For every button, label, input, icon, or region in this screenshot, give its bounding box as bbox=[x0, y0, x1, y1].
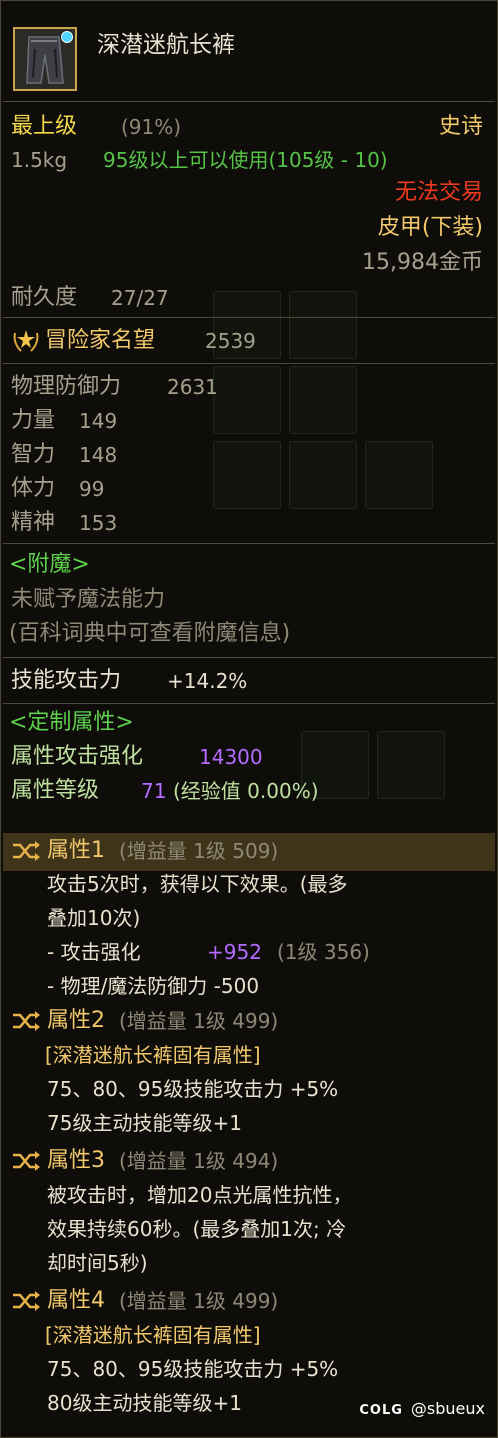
attribute-tag: [深潜迷航长裤固有属性] bbox=[45, 1323, 261, 1347]
skill-attack-value: +14.2% bbox=[167, 669, 248, 693]
shuffle-icon bbox=[11, 1290, 41, 1312]
bg-inventory-slot bbox=[289, 366, 357, 434]
bg-inventory-slot bbox=[377, 731, 445, 799]
attribute-desc: 80级主动技能等级+1 bbox=[47, 1391, 242, 1415]
item-tooltip: 深潜迷航长裤 最上级 (91%) 史诗 1.5kg 95级以上可以使用(105级… bbox=[0, 0, 498, 1438]
bg-inventory-slot bbox=[213, 441, 281, 509]
fame-value: 2539 bbox=[205, 329, 256, 353]
watermark: COLG @sbueux bbox=[359, 1399, 485, 1421]
attribute-header[interactable]: 属性1 bbox=[11, 837, 105, 865]
stat-value: 149 bbox=[79, 409, 118, 433]
watermark-user: @sbueux bbox=[410, 1399, 485, 1418]
attribute-name: 属性1 bbox=[47, 838, 105, 863]
shuffle-icon bbox=[11, 1150, 41, 1172]
item-icon bbox=[13, 27, 77, 91]
element-attack-value: 14300 bbox=[199, 745, 263, 769]
attribute-info: (增益量 1级 499) bbox=[119, 1009, 279, 1033]
attribute-level-label: 属性等级 bbox=[11, 778, 100, 803]
durability-value: 27/27 bbox=[111, 286, 169, 310]
divider bbox=[3, 657, 495, 658]
enchant-line: 未赋予魔法能力 bbox=[11, 587, 166, 612]
element-attack-label: 属性攻击强化 bbox=[11, 744, 144, 769]
fame-laurel-icon bbox=[11, 327, 41, 355]
attribute-info: (增益量 1级 509) bbox=[119, 839, 279, 863]
attribute-header[interactable]: 属性2 bbox=[11, 1007, 105, 1035]
divider bbox=[3, 101, 495, 102]
attribute-sub-value: +952 bbox=[207, 940, 262, 964]
attribute-sub: - 物理/魔法防御力 -500 bbox=[47, 974, 260, 998]
enchant-line: (百科词典中可查看附魔信息) bbox=[9, 621, 291, 646]
item-price: 15,984金币 bbox=[362, 250, 483, 275]
trade-status: 无法交易 bbox=[394, 180, 483, 205]
attribute-name: 属性3 bbox=[47, 1148, 105, 1173]
watermark-logo: COLG bbox=[359, 1403, 403, 1418]
attribute-level-value: 71 bbox=[141, 779, 167, 803]
stat-label: 精神 bbox=[11, 510, 56, 535]
socket-gem-icon bbox=[61, 31, 73, 43]
stat-label: 体力 bbox=[11, 476, 56, 501]
stat-value: 153 bbox=[79, 511, 118, 535]
level-requirement: 95级以上可以使用(105级 - 10) bbox=[103, 148, 388, 172]
item-rarity: 史诗 bbox=[438, 114, 483, 139]
attribute-header[interactable]: 属性3 bbox=[11, 1147, 105, 1175]
fame-label: 冒险家名望 bbox=[45, 328, 156, 353]
attribute-desc: 75级主动技能等级+1 bbox=[47, 1111, 242, 1135]
skill-attack-label: 技能攻击力 bbox=[11, 668, 122, 693]
attribute-info: (增益量 1级 499) bbox=[119, 1289, 279, 1313]
attribute-info: (增益量 1级 494) bbox=[119, 1149, 279, 1173]
attribute-sub-label: - 攻击强化 bbox=[47, 940, 141, 964]
divider bbox=[3, 543, 495, 544]
stat-value: 2631 bbox=[167, 375, 218, 399]
attribute-desc: 被攻击时，增加20点光属性抗性， bbox=[47, 1183, 353, 1207]
shuffle-icon bbox=[11, 1010, 41, 1032]
stat-label: 智力 bbox=[11, 442, 56, 467]
attribute-header[interactable]: 属性4 bbox=[11, 1287, 105, 1315]
attribute-name: 属性4 bbox=[47, 1288, 105, 1313]
attribute-sub-info: (1级 356) bbox=[277, 940, 370, 964]
item-name: 深潜迷航长裤 bbox=[97, 32, 235, 58]
item-grade: 最上级 bbox=[11, 114, 78, 139]
attribute-desc: 叠加10次) bbox=[47, 906, 141, 930]
item-weight: 1.5kg bbox=[11, 148, 68, 172]
stat-label: 物理防御力 bbox=[11, 374, 122, 399]
shuffle-icon bbox=[11, 840, 41, 862]
durability-label: 耐久度 bbox=[11, 285, 78, 310]
stat-label: 力量 bbox=[11, 408, 56, 433]
attribute-exp: (经验值 0.00%) bbox=[173, 779, 319, 803]
attribute-desc: 效果持续60秒。(最多叠加1次; 冷 bbox=[47, 1217, 347, 1241]
stat-value: 148 bbox=[79, 443, 118, 467]
attribute-desc: 攻击5次时，获得以下效果。(最多 bbox=[47, 872, 348, 896]
enchant-title: <附魔> bbox=[9, 552, 90, 577]
attribute-desc: 却时间5秒) bbox=[47, 1251, 148, 1275]
custom-title: <定制属性> bbox=[9, 710, 134, 735]
divider bbox=[3, 363, 495, 364]
item-type: 皮甲(下装) bbox=[377, 215, 483, 240]
bg-inventory-slot bbox=[289, 441, 357, 509]
attribute-name: 属性2 bbox=[47, 1008, 105, 1033]
attribute-desc: 75、80、95级技能攻击力 +5% bbox=[47, 1077, 339, 1101]
bg-inventory-slot bbox=[213, 366, 281, 434]
item-grade-percent: (91%) bbox=[121, 115, 182, 139]
bg-inventory-slot bbox=[289, 291, 357, 359]
attribute-tag: [深潜迷航长裤固有属性] bbox=[45, 1043, 261, 1067]
stat-value: 99 bbox=[79, 477, 105, 501]
bg-inventory-slot bbox=[365, 441, 433, 509]
divider bbox=[3, 703, 495, 704]
divider bbox=[3, 317, 495, 318]
attribute-desc: 75、80、95级技能攻击力 +5% bbox=[47, 1357, 339, 1381]
